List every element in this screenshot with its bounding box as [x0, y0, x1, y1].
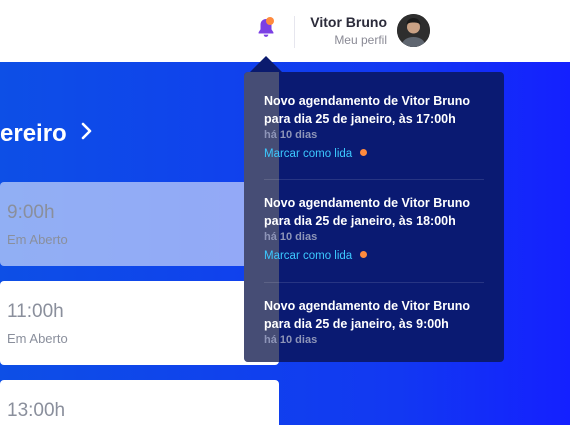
month-label: ereiro	[0, 120, 67, 147]
unread-indicator	[266, 17, 274, 25]
notification-message: Novo agendamento de Vitor Bruno para dia…	[264, 299, 471, 331]
notification-time: há 10 dias	[264, 334, 318, 346]
slot-time: 9:00h	[7, 202, 55, 223]
mark-as-read-link[interactable]: Marcar como lida	[264, 250, 352, 262]
unread-dot-icon	[360, 149, 368, 156]
header-divider	[294, 16, 295, 48]
slot-status: Em Aberto	[7, 232, 68, 247]
divider	[264, 282, 484, 283]
avatar-image	[397, 14, 430, 47]
notification-item: Novo agendamento de Vitor Bruno para dia…	[264, 297, 484, 346]
top-header: Vitor Bruno Meu perfil	[0, 0, 570, 62]
notification-message: Novo agendamento de Vitor Bruno para dia…	[264, 196, 471, 228]
notification-item: Novo agendamento de Vitor Bruno para dia…	[264, 92, 484, 162]
chevron-right-icon[interactable]	[78, 120, 94, 142]
notifications-popover: Novo agendamento de Vitor Bruno para dia…	[244, 72, 504, 362]
unread-dot-icon	[360, 251, 368, 258]
avatar[interactable]	[397, 14, 430, 47]
user-name: Vitor Bruno	[310, 14, 387, 30]
notification-time: há 10 dias	[264, 231, 318, 243]
time-slot[interactable]: 9:00h Em Aberto	[0, 182, 279, 266]
notification-message: Novo agendamento de Vitor Bruno para dia…	[264, 94, 471, 126]
slot-status: Em Aberto	[7, 331, 68, 346]
divider	[264, 179, 484, 180]
mark-as-read-link[interactable]: Marcar como lida	[264, 148, 352, 160]
notification-item: Novo agendamento de Vitor Bruno para dia…	[264, 194, 484, 264]
time-slot[interactable]: 11:00h Em Aberto	[0, 281, 279, 365]
notification-time: há 10 dias	[264, 129, 318, 141]
popover-arrow	[250, 56, 282, 72]
slot-time: 11:00h	[7, 301, 64, 322]
profile-link[interactable]: Meu perfil	[334, 33, 387, 47]
notifications-bell-button[interactable]	[255, 16, 277, 40]
slot-time: 13:00h	[7, 400, 66, 421]
time-slot[interactable]: 13:00h	[0, 380, 279, 425]
